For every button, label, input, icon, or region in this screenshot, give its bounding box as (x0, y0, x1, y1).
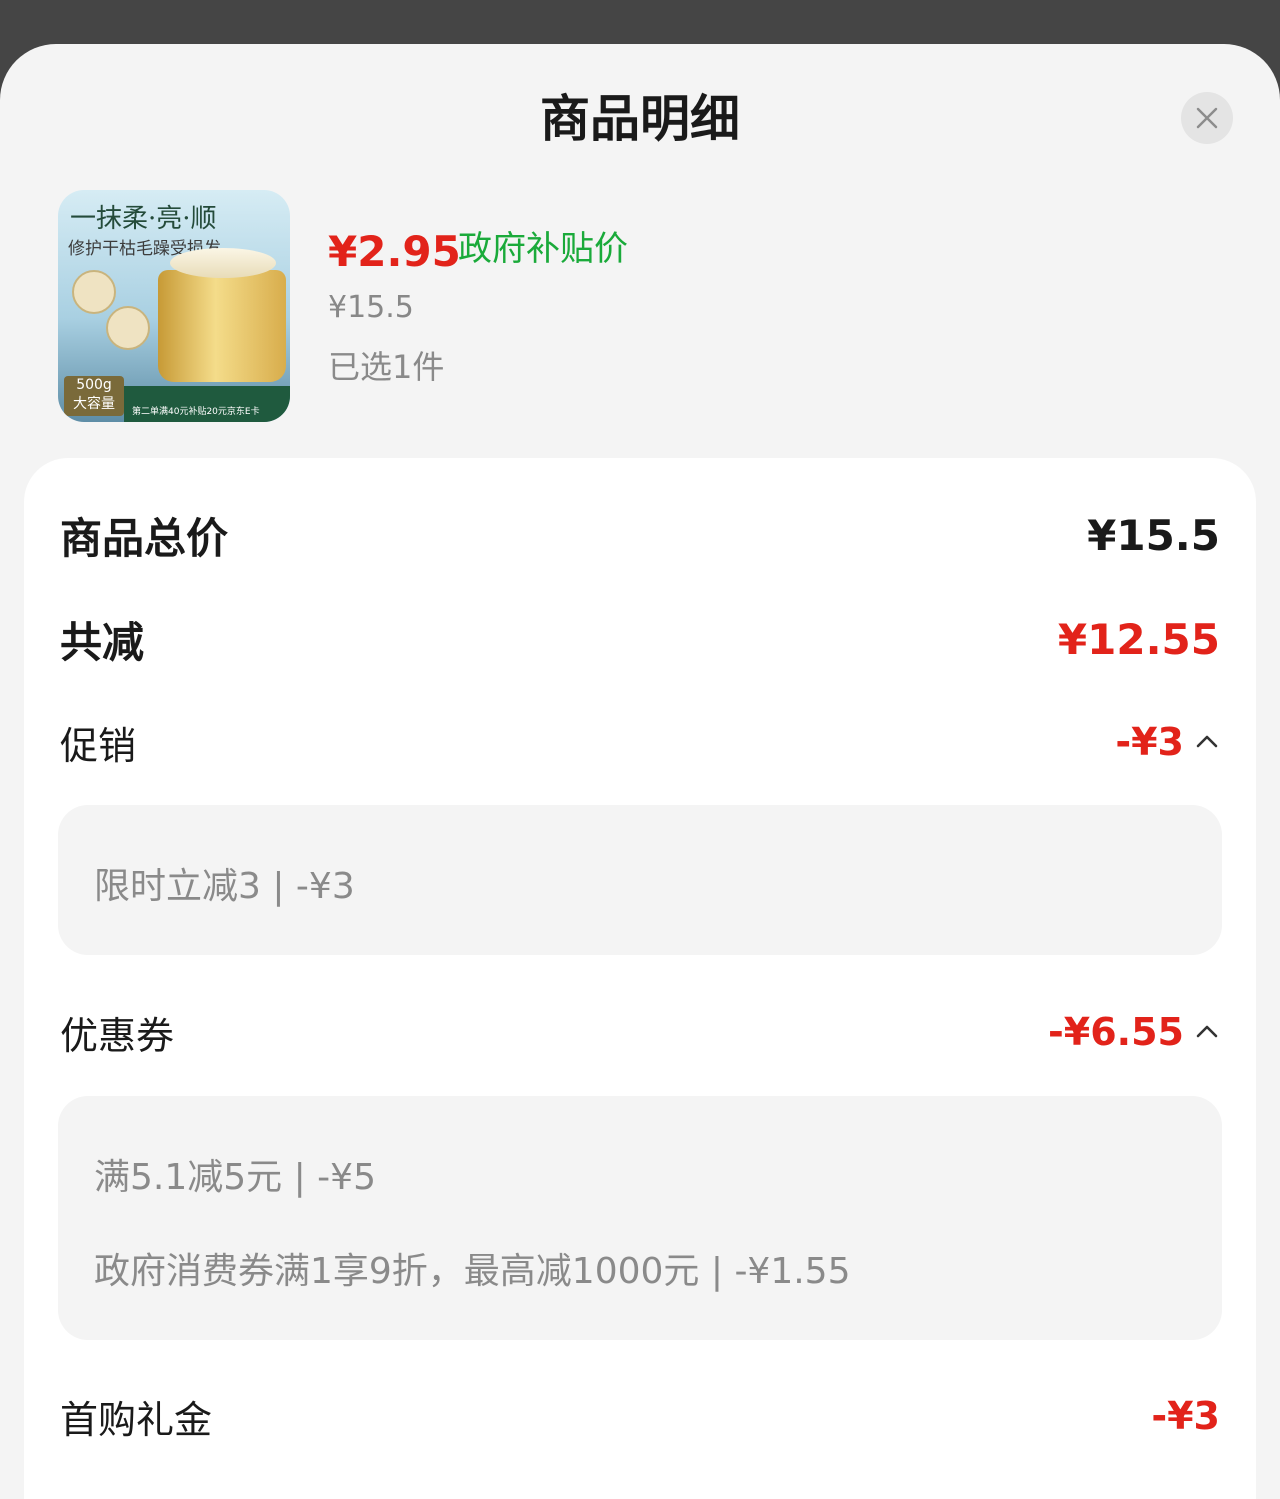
coupon-detail-item: 政府消费券满1享9折，最高减1000元 | -¥1.55 (94, 1251, 851, 1292)
total-reduction-label: 共减 (60, 617, 145, 667)
coupon-amount: -¥6.55 (1048, 1010, 1220, 1054)
page-title: 商品明细 (540, 90, 740, 148)
close-button[interactable] (1181, 92, 1233, 144)
image-weight-note: 大容量 (73, 396, 115, 412)
total-price-row: 商品总价 ¥15.5 (60, 506, 1220, 564)
promotion-detail-box: 限时立减3 | -¥3 (58, 805, 1222, 955)
coupon-detail-box: 满5.1减5元 | -¥5 政府消费券满1享9折，最高减1000元 | -¥1.… (58, 1096, 1222, 1340)
selected-quantity: 已选1件 (328, 348, 445, 386)
first-purchase-label: 首购礼金 (60, 1397, 213, 1442)
product-image[interactable]: 一抹柔·亮·顺 修护干枯毛躁受损发 500g 大容量 第二单满40元补贴20元京… (58, 190, 290, 422)
image-badge (106, 306, 150, 350)
coupon-value: -¥6.55 (1048, 1010, 1184, 1054)
coupon-label: 优惠券 (60, 1013, 175, 1058)
promotion-value: -¥3 (1115, 720, 1184, 764)
promotion-amount: -¥3 (1115, 720, 1220, 764)
chevron-up-icon[interactable] (1194, 1019, 1220, 1045)
total-reduction-row: 共减 ¥12.55 (60, 610, 1220, 668)
coupon-detail-item: 满5.1减5元 | -¥5 (94, 1157, 376, 1198)
image-band-text: 第二单满40元补贴20元京东E卡 (132, 407, 260, 417)
current-price: ¥2.95 (328, 227, 461, 276)
first-purchase-value: -¥3 (1151, 1394, 1220, 1438)
promotion-row[interactable]: 促销 -¥3 (60, 714, 1220, 770)
subsidy-label: 政府补贴价 (458, 229, 628, 269)
original-price: ¥15.5 (328, 290, 414, 325)
image-slogan: 一抹柔·亮·顺 (70, 204, 217, 234)
image-weight: 500g (76, 377, 112, 393)
coupon-row[interactable]: 优惠券 -¥6.55 (60, 1004, 1220, 1060)
chevron-up-icon[interactable] (1194, 729, 1220, 755)
total-price-label: 商品总价 (60, 513, 229, 563)
promotion-detail-item: 限时立减3 | -¥3 (94, 866, 355, 907)
image-weight-tag: 500g 大容量 (64, 376, 124, 416)
total-reduction-value: ¥12.55 (1057, 614, 1220, 664)
product-jar (158, 270, 286, 382)
first-purchase-row: 首购礼金 -¥3 (60, 1388, 1220, 1444)
image-badge (72, 270, 116, 314)
total-price-value: ¥15.5 (1087, 510, 1220, 560)
close-icon (1196, 107, 1218, 129)
promotion-label: 促销 (60, 723, 137, 768)
product-jar-lid (170, 248, 276, 278)
